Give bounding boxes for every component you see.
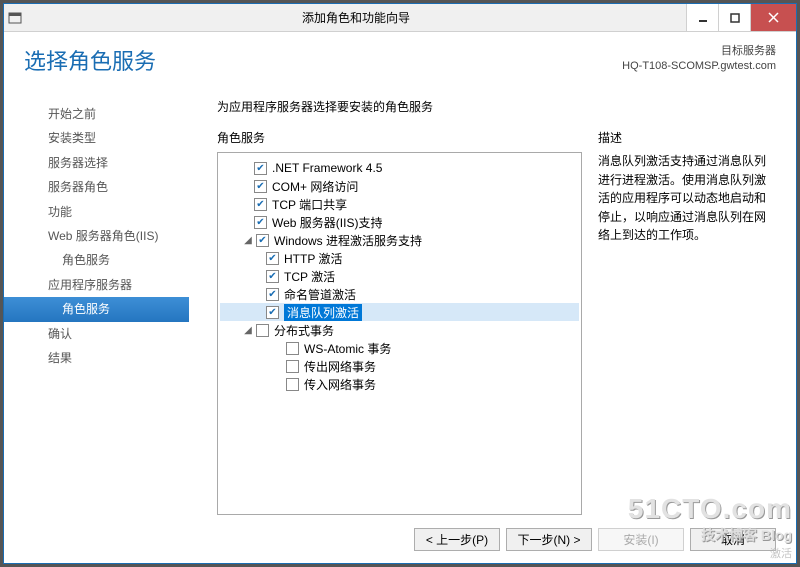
tree-item-label: TCP 端口共享 xyxy=(272,196,347,213)
titlebar-title-area: 添加角色和功能向导 xyxy=(26,4,686,31)
instruction-text: 为应用程序服务器选择要安装的角色服务 xyxy=(189,88,776,129)
close-button[interactable] xyxy=(750,4,796,31)
tree-item-label: COM+ 网络访问 xyxy=(272,178,358,195)
tree-item-label: 命名管道激活 xyxy=(284,286,356,303)
checkbox[interactable] xyxy=(256,324,269,337)
step-item[interactable]: 功能 xyxy=(4,200,189,224)
target-label: 目标服务器 xyxy=(622,44,776,59)
tree-item-label: TCP 激活 xyxy=(284,268,335,285)
target-server-box: 目标服务器 HQ-T108-SCOMSP.gwtest.com xyxy=(622,44,776,75)
tree-item-label: 传入网络事务 xyxy=(304,376,376,393)
wizard-body: 选择角色服务 目标服务器 HQ-T108-SCOMSP.gwtest.com 开… xyxy=(4,32,796,563)
prev-button[interactable]: < 上一步(P) xyxy=(414,528,500,551)
roles-panel: 角色服务 .NET Framework 4.5 COM+ 网络访问TCP 端口共享… xyxy=(217,129,582,515)
expander-icon[interactable]: ◢ xyxy=(242,325,254,336)
tree-item[interactable]: 消息队列激活 xyxy=(220,303,579,321)
step-item[interactable]: Web 服务器角色(IIS) xyxy=(4,224,189,248)
tree-item[interactable]: TCP 端口共享 xyxy=(220,195,579,213)
target-server: HQ-T108-SCOMSP.gwtest.com xyxy=(622,59,776,74)
description-text: 消息队列激活支持通过消息队列进行进程激活。使用消息队列激活的应用程序可以动态地启… xyxy=(598,152,776,245)
panels-row: 角色服务 .NET Framework 4.5 COM+ 网络访问TCP 端口共享… xyxy=(189,129,776,515)
checkbox[interactable] xyxy=(254,180,267,193)
step-item[interactable]: 服务器角色 xyxy=(4,175,189,199)
content-area: 开始之前安装类型服务器选择服务器角色功能Web 服务器角色(IIS)角色服务应用… xyxy=(4,84,796,515)
tree-item-label: HTTP 激活 xyxy=(284,250,342,267)
desc-title: 描述 xyxy=(598,129,776,152)
checkbox[interactable] xyxy=(266,252,279,265)
description-panel: 描述 消息队列激活支持通过消息队列进行进程激活。使用消息队列激活的应用程序可以动… xyxy=(598,129,776,515)
checkbox[interactable] xyxy=(266,288,279,301)
step-item[interactable]: 确认 xyxy=(4,322,189,346)
tree-item-label: 分布式事务 xyxy=(274,322,334,339)
checkbox[interactable] xyxy=(254,216,267,229)
tree-item-label: Web 服务器(IIS)支持 xyxy=(272,214,382,231)
checkbox[interactable] xyxy=(286,360,299,373)
checkbox[interactable] xyxy=(266,270,279,283)
tree-item[interactable]: 传出网络事务 xyxy=(220,357,579,375)
step-item[interactable]: 安装类型 xyxy=(4,126,189,150)
footer-buttons: < 上一步(P) 下一步(N) > 安装(I) 取消 xyxy=(4,515,796,563)
cancel-button[interactable]: 取消 xyxy=(690,528,776,551)
tree-item[interactable]: ◢ Windows 进程激活服务支持 xyxy=(220,231,579,249)
checkbox[interactable] xyxy=(254,162,267,175)
titlebar: 添加角色和功能向导 xyxy=(4,4,796,32)
tree-item[interactable]: COM+ 网络访问 xyxy=(220,177,579,195)
window-title: 添加角色和功能向导 xyxy=(302,9,410,26)
expander-icon[interactable]: ◢ xyxy=(242,235,254,246)
roles-title: 角色服务 xyxy=(217,129,582,152)
tree-item-label: Windows 进程激活服务支持 xyxy=(274,232,422,249)
tree-item[interactable]: 命名管道激活 xyxy=(220,285,579,303)
install-button: 安装(I) xyxy=(598,528,684,551)
step-item[interactable]: 开始之前 xyxy=(4,102,189,126)
tree-item[interactable]: HTTP 激活 xyxy=(220,249,579,267)
checkbox[interactable] xyxy=(286,342,299,355)
minimize-button[interactable] xyxy=(686,4,718,31)
tree-item-label: 传出网络事务 xyxy=(304,358,376,375)
tree-item[interactable]: WS-Atomic 事务 xyxy=(220,339,579,357)
tree-item[interactable]: ◢ 分布式事务 xyxy=(220,321,579,339)
checkbox[interactable] xyxy=(286,378,299,391)
next-button[interactable]: 下一步(N) > xyxy=(506,528,592,551)
app-icon xyxy=(4,4,26,31)
role-services-tree[interactable]: .NET Framework 4.5 COM+ 网络访问TCP 端口共享Web 服… xyxy=(217,152,582,515)
step-item[interactable]: 结果 xyxy=(4,346,189,370)
tree-item[interactable]: 传入网络事务 xyxy=(220,375,579,393)
step-item[interactable]: 角色服务 xyxy=(4,248,189,272)
checkbox[interactable] xyxy=(254,198,267,211)
step-list: 开始之前安装类型服务器选择服务器角色功能Web 服务器角色(IIS)角色服务应用… xyxy=(4,88,189,515)
wizard-window: 添加角色和功能向导 选择角色服务 目标服务器 HQ-T108-SCOMSP.gw… xyxy=(3,3,797,564)
tree-item-label: 消息队列激活 xyxy=(284,304,362,321)
header-row: 选择角色服务 目标服务器 HQ-T108-SCOMSP.gwtest.com xyxy=(4,32,796,84)
step-item[interactable]: 角色服务 xyxy=(4,297,189,321)
tree-item-label: WS-Atomic 事务 xyxy=(304,340,391,357)
maximize-button[interactable] xyxy=(718,4,750,31)
main-panel: 为应用程序服务器选择要安装的角色服务 角色服务 .NET Framework 4… xyxy=(189,88,776,515)
checkbox[interactable] xyxy=(266,306,279,319)
checkbox[interactable] xyxy=(256,234,269,247)
page-title: 选择角色服务 xyxy=(24,44,622,76)
step-item[interactable]: 应用程序服务器 xyxy=(4,273,189,297)
tree-item[interactable]: .NET Framework 4.5 xyxy=(220,159,579,177)
step-item[interactable]: 服务器选择 xyxy=(4,151,189,175)
tree-item-label: .NET Framework 4.5 xyxy=(272,161,382,175)
tree-item[interactable]: Web 服务器(IIS)支持 xyxy=(220,213,579,231)
tree-item[interactable]: TCP 激活 xyxy=(220,267,579,285)
